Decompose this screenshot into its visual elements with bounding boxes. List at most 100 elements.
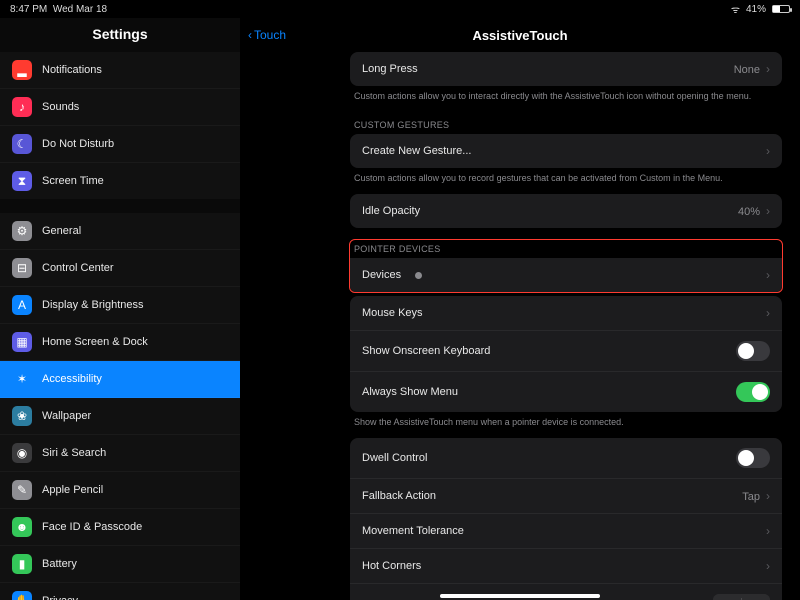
sidebar-item-label: Accessibility [42,373,102,385]
idle-opacity-value: 40% [738,206,760,218]
wifi-icon: ᯤ [731,2,740,16]
status-date: Wed Mar 18 [53,4,107,15]
sidebar-item-control-center[interactable]: ⊟ Control Center [0,250,240,287]
back-label: Touch [254,28,286,42]
sidebar-item-sounds[interactable]: ♪ Sounds [0,89,240,126]
sidebar-item-label: Wallpaper [42,410,91,422]
hot-corners-label: Hot Corners [362,560,421,572]
fallback-action-row[interactable]: Fallback Action Tap › [350,479,782,514]
long-press-value: None [734,64,760,76]
idle-opacity-row[interactable]: Idle Opacity 40% › [350,194,782,228]
sidebar-item-label: Screen Time [42,175,104,187]
sidebar-item-home-screen-dock[interactable]: ▦ Home Screen & Dock [0,324,240,361]
privacy-icon: ✋ [12,591,32,600]
fallback-action-label: Fallback Action [362,490,436,502]
show-keyboard-row: Show Onscreen Keyboard [350,331,782,372]
status-bar: 8:47 PM Wed Mar 18 ᯤ 41% [0,0,800,18]
always-show-menu-label: Always Show Menu [362,386,458,398]
sounds-icon: ♪ [12,97,32,117]
devices-row[interactable]: Devices › [350,258,782,292]
show-keyboard-label: Show Onscreen Keyboard [362,345,490,357]
sidebar-item-label: Display & Brightness [42,299,144,311]
devices-label: Devices [362,269,401,281]
sidebar-item-wallpaper[interactable]: ❀ Wallpaper [0,398,240,435]
sidebar-item-label: Siri & Search [42,447,106,459]
always-show-menu-toggle[interactable] [736,382,770,402]
sidebar-item-do-not-disturb[interactable]: ☾ Do Not Disturb [0,126,240,163]
gestures-footer: Custom actions allow you to record gestu… [350,168,782,194]
long-press-row[interactable]: Long Press None › [350,52,782,86]
chevron-right-icon: › [766,559,770,573]
movement-tolerance-row[interactable]: Movement Tolerance › [350,514,782,549]
siri-search-icon: ◉ [12,443,32,463]
stepper-minus-button[interactable]: − [713,594,741,600]
dwell-control-label: Dwell Control [362,452,427,464]
idle-opacity-label: Idle Opacity [362,205,420,217]
chevron-right-icon: › [766,62,770,76]
battery-percent: 41% [746,4,766,15]
sidebar-item-label: Home Screen & Dock [42,336,148,348]
control-center-icon: ⊟ [12,258,32,278]
dwell-seconds-stepper: − + [713,594,770,600]
face-id-passcode-icon: ☻ [12,517,32,537]
movement-tolerance-label: Movement Tolerance [362,525,464,537]
sidebar-item-label: Do Not Disturb [42,138,114,150]
create-gesture-row[interactable]: Create New Gesture... › [350,134,782,168]
stepper-plus-button[interactable]: + [742,594,770,600]
status-time: 8:47 PM [10,4,47,15]
sidebar-item-siri-search[interactable]: ◉ Siri & Search [0,435,240,472]
gestures-header: CUSTOM GESTURES [350,112,782,134]
settings-sidebar: Settings ▂ Notifications ♪ Sounds ☾ Do Not Di… [0,18,240,600]
sidebar-item-accessibility[interactable]: ✶ Accessibility [0,361,240,398]
sidebar-item-general[interactable]: ⚙General [0,213,240,250]
wallpaper-icon: ❀ [12,406,32,426]
sidebar-item-face-id-passcode[interactable]: ☻ Face ID & Passcode [0,509,240,546]
sidebar-item-label: Control Center [42,262,114,274]
long-press-label: Long Press [362,63,418,75]
fallback-action-value: Tap [742,491,760,503]
page-title: AssistiveTouch [240,28,800,43]
apple-pencil-icon: ✎ [12,480,32,500]
back-button[interactable]: ‹ Touch [248,28,286,42]
chevron-left-icon: ‹ [248,28,252,42]
long-press-footer: Custom actions allow you to interact dir… [350,86,782,112]
show-keyboard-toggle[interactable] [736,341,770,361]
sidebar-item-label: Face ID & Passcode [42,521,142,533]
chevron-right-icon: › [766,268,770,282]
mouse-keys-row[interactable]: Mouse Keys › [350,296,782,331]
hot-corners-row[interactable]: Hot Corners › [350,549,782,584]
sidebar-item-label: Privacy [42,595,78,600]
chevron-right-icon: › [766,204,770,218]
mouse-keys-label: Mouse Keys [362,307,423,319]
battery-icon: ▮ [12,554,32,574]
screen-time-icon: ⧗ [12,171,32,191]
create-gesture-label: Create New Gesture... [362,145,471,157]
sidebar-title: Settings [0,18,240,52]
main-panel: ‹ Touch AssistiveTouch Long Press None› … [240,18,800,600]
dwell-control-toggle[interactable] [736,448,770,468]
dwell-control-row: Dwell Control [350,438,782,479]
home-indicator[interactable] [440,594,600,598]
display-brightness-icon: A [12,295,32,315]
pointer-dot-icon [415,272,422,279]
battery-icon [772,5,790,13]
sidebar-item-privacy[interactable]: ✋ Privacy [0,583,240,600]
sidebar-item-display-brightness[interactable]: A Display & Brightness [0,287,240,324]
do-not-disturb-icon: ☾ [12,134,32,154]
chevron-right-icon: › [766,144,770,158]
notifications-icon: ▂ [12,60,32,80]
sidebar-item-battery[interactable]: ▮Battery [0,546,240,583]
pointer-footer: Show the AssistiveTouch menu when a poin… [350,412,782,438]
pointer-header: POINTER DEVICES [350,240,782,258]
chevron-right-icon: › [766,306,770,320]
sidebar-item-apple-pencil[interactable]: ✎ Apple Pencil [0,472,240,509]
accessibility-icon: ✶ [12,369,32,389]
chevron-right-icon: › [766,489,770,503]
sidebar-item-label: General [42,225,81,237]
sidebar-item-screen-time[interactable]: ⧗ Screen Time [0,163,240,199]
sidebar-item-label: Sounds [42,101,79,113]
home-screen-dock-icon: ▦ [12,332,32,352]
sidebar-item-label: Apple Pencil [42,484,103,496]
sidebar-item-notifications[interactable]: ▂ Notifications [0,52,240,89]
sidebar-item-label: Notifications [42,64,102,76]
